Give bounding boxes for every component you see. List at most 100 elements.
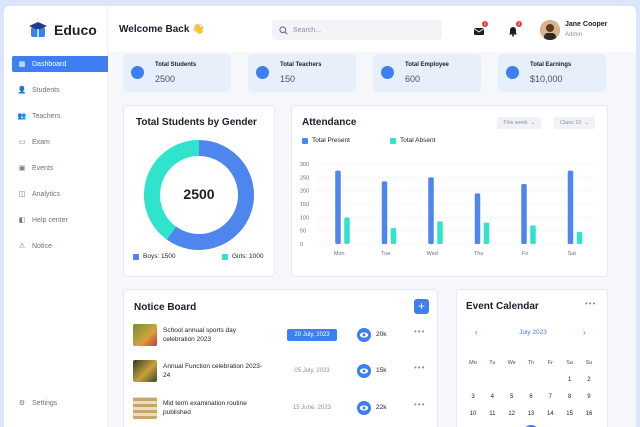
chevron-down-icon: ⌄ — [530, 120, 536, 126]
gear-icon: ⚙ — [18, 400, 26, 407]
calendar-week-row: 10 11 12 13 14 15 16 — [466, 405, 596, 422]
sidebar-item-label: Settings — [32, 399, 58, 407]
warning-icon: ⚠ — [18, 243, 26, 250]
stat-value: 600 — [405, 74, 421, 84]
more-options-icon[interactable]: ••• — [414, 400, 425, 409]
calendar-day[interactable]: 1 — [563, 377, 577, 383]
sidebar-item-settings[interactable]: ⚙ Settings — [18, 399, 58, 408]
calendar-day[interactable]: 9 — [582, 394, 596, 400]
legend-swatch — [222, 253, 228, 260]
list-item[interactable]: School annual sports day celebration 202… — [133, 324, 433, 348]
more-options-icon[interactable]: ••• — [585, 299, 596, 308]
notice-thumbnail — [133, 397, 157, 419]
sidebar-item-teachers[interactable]: 👥 Teachers — [12, 108, 109, 124]
weekday-label: Su — [585, 359, 593, 366]
notice-item-views: 20k — [376, 331, 387, 338]
notice-thumbnail — [133, 324, 157, 346]
graduation-cap-icon — [131, 66, 144, 79]
sidebar-item-analytics[interactable]: ◫ Analytics — [12, 186, 109, 202]
sidebar-item-events[interactable]: ▣ Events — [12, 160, 109, 176]
calendar-day[interactable]: 7 — [543, 394, 557, 400]
chevron-right-icon[interactable]: › — [583, 328, 586, 337]
calendar-title: Event Calendar — [466, 301, 539, 312]
sidebar-item-label: Exam — [32, 138, 50, 146]
weekday-label: Sa — [566, 359, 573, 366]
mail-badge: 2 — [482, 21, 488, 27]
app-name: Educo — [54, 22, 97, 38]
calendar-day[interactable]: 15 — [563, 411, 577, 417]
notice-item-views: 15k — [376, 367, 387, 374]
gender-title: Total Students by Gender — [136, 117, 257, 128]
bar-total-absent-thu — [483, 222, 490, 244]
bar-total-absent-fri — [530, 225, 536, 244]
more-options-icon[interactable]: ••• — [414, 363, 425, 372]
calendar-day[interactable]: 6 — [524, 394, 538, 400]
stat-card-employee: Total Employee 600 — [373, 54, 481, 92]
stat-card-students: Total Students 2500 — [123, 54, 231, 92]
sidebar-item-label: Notice — [32, 242, 52, 250]
sidebar-item-dashboard[interactable]: ▦ Dashboard — [12, 56, 109, 72]
y-tick-label: 0 — [300, 242, 303, 248]
calendar-day[interactable]: 11 — [485, 411, 499, 417]
class-filter-dropdown[interactable]: Class 10 ⌄ — [554, 117, 596, 129]
eye-icon — [357, 364, 371, 378]
sidebar-item-label: Students — [32, 86, 60, 94]
sidebar-item-help-center[interactable]: ◧ Help center — [12, 212, 109, 228]
bar-total-present-thu — [474, 193, 481, 244]
legend-label: Girls: 1000 — [232, 253, 264, 260]
calendar-day[interactable]: 14 — [543, 411, 557, 417]
logo[interactable]: Educo — [28, 20, 97, 40]
week-filter-dropdown[interactable]: This week ⌄ — [497, 117, 542, 129]
bar-total-present-mon — [335, 170, 341, 244]
weekday-label: Th — [527, 359, 535, 366]
stat-value: 2500 — [155, 74, 176, 84]
eye-icon — [357, 401, 371, 415]
calendar-day[interactable]: 10 — [466, 411, 480, 417]
mail-icon[interactable]: 2 — [473, 21, 488, 36]
notice-item-date: 15 June, 2023 — [292, 405, 332, 411]
avatar[interactable] — [540, 20, 560, 40]
graduation-cap-icon — [28, 20, 48, 40]
chevron-down-icon: ⌄ — [584, 120, 590, 126]
calendar-day[interactable]: 12 — [505, 411, 519, 417]
sidebar-item-label: Teachers — [32, 112, 61, 120]
bar-total-present-sat — [567, 170, 574, 244]
stat-card-teachers: Total Teachers 150 — [248, 54, 356, 92]
add-notice-button[interactable]: + — [414, 299, 429, 314]
calendar-day[interactable]: 4 — [485, 394, 499, 400]
calendar-day[interactable]: 3 — [466, 394, 480, 400]
attendance-card: Attendance This week ⌄ Class 10 ⌄ Total … — [291, 105, 608, 277]
calendar-day[interactable]: 16 — [582, 411, 596, 417]
weekday-label: Fr — [547, 359, 553, 366]
list-item[interactable]: Annual Function celebration 2023-24 05 J… — [133, 360, 433, 384]
y-tick-label: 50 — [300, 229, 306, 235]
sidebar-item-label: Help center — [32, 216, 68, 224]
bell-icon[interactable]: 3 — [507, 21, 522, 37]
sidebar-item-students[interactable]: 👤 Students — [12, 82, 109, 98]
calendar-day[interactable]: 13 — [524, 411, 538, 417]
sidebar-item-exam[interactable]: ▭ Exam — [12, 134, 109, 150]
calendar-day[interactable]: 8 — [563, 394, 577, 400]
search-input[interactable]: Search... — [272, 20, 442, 40]
sidebar-item-notice[interactable]: ⚠ Notice — [12, 238, 109, 254]
calendar-month: July 2023 — [519, 329, 547, 336]
list-item[interactable]: Mid term examination routine published 1… — [133, 397, 433, 421]
dropdown-value: This week — [503, 120, 528, 126]
stat-value: $10,000 — [530, 74, 563, 84]
grid-icon: ▦ — [18, 61, 26, 68]
stat-label: Total Teachers — [280, 62, 322, 68]
app-window: Educo ▦ Dashboard 👤 Students 👥 Teachers … — [4, 6, 636, 427]
legend-label: Boys: 1500 — [143, 253, 176, 260]
calendar-week-row: 17181920212223 — [466, 422, 596, 427]
x-tick-label: Fri — [522, 251, 528, 257]
dollar-icon — [506, 66, 519, 79]
calendar-week-row: 3456789 — [466, 388, 596, 405]
calendar-day[interactable]: 2 — [582, 377, 596, 383]
gender-total: 2500 — [183, 186, 215, 202]
notice-item-date: 05 July, 2023 — [294, 368, 330, 374]
legend-label: Total Present — [312, 137, 350, 144]
notice-item-views: 22k — [376, 404, 387, 411]
calendar-day[interactable]: 5 — [505, 394, 519, 400]
dropdown-value: Class 10 — [560, 120, 582, 126]
more-options-icon[interactable]: ••• — [414, 327, 425, 336]
